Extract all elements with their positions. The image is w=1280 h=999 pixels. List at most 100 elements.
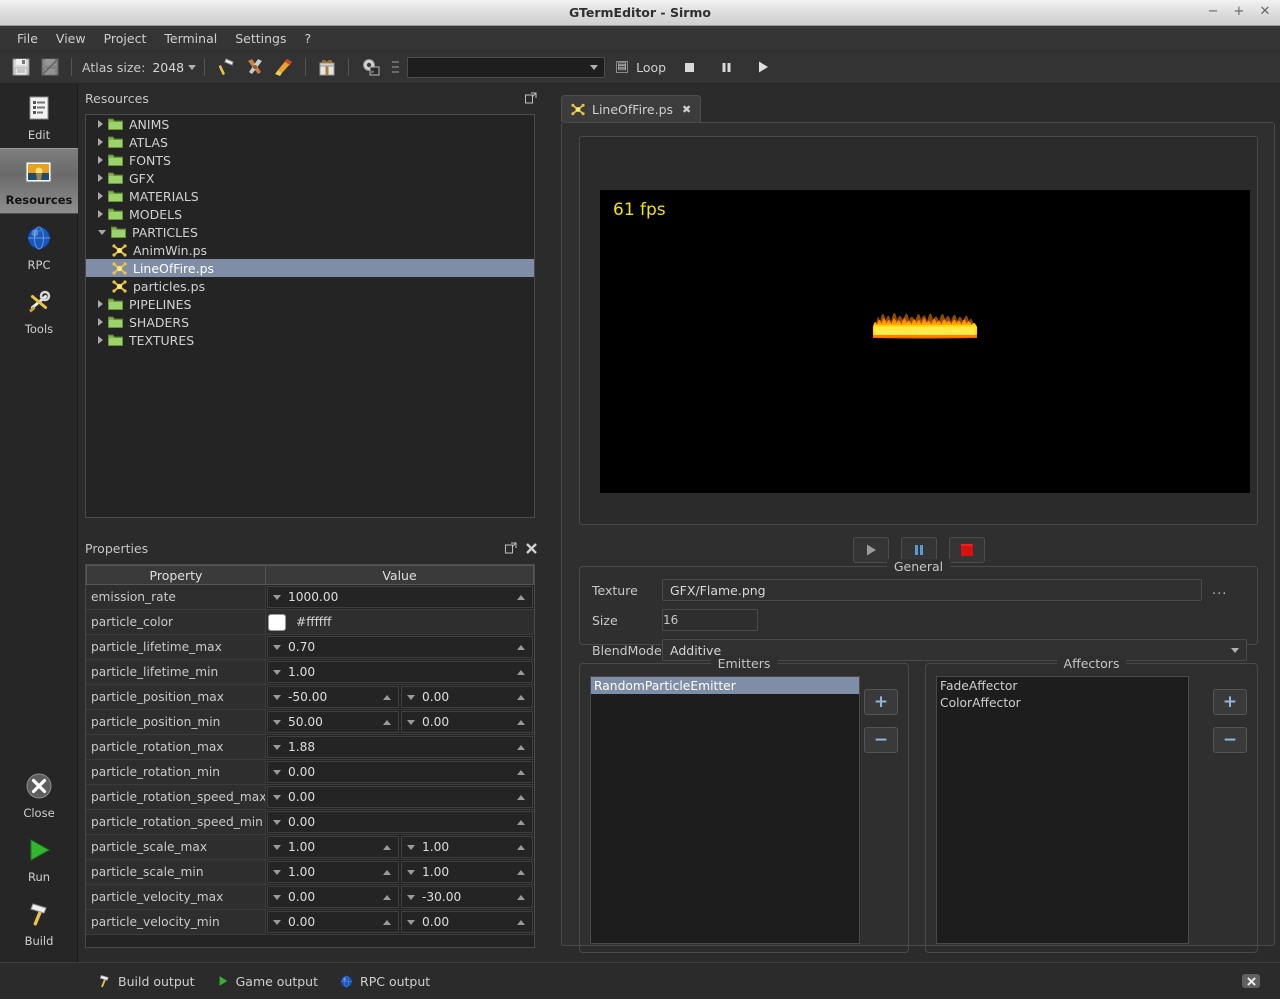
table-row[interactable]: particle_position_min 50.00 0.00 bbox=[86, 710, 534, 735]
chevron-up-icon[interactable] bbox=[517, 594, 525, 600]
chevron-right-icon[interactable] bbox=[98, 192, 103, 200]
tab-close-icon[interactable]: ✖ bbox=[682, 103, 691, 116]
sidebar-item-build[interactable]: Build bbox=[0, 890, 78, 954]
chevron-down-icon[interactable] bbox=[407, 919, 415, 925]
spinbox[interactable]: 1.88 bbox=[267, 736, 533, 758]
chevron-right-icon[interactable] bbox=[98, 300, 103, 308]
emitters-list[interactable]: RandomParticleEmitter bbox=[590, 676, 860, 944]
color-picker-cell[interactable]: #ffffff bbox=[266, 610, 534, 634]
scene-combobox[interactable] bbox=[407, 56, 606, 78]
chevron-down-icon[interactable] bbox=[273, 844, 281, 850]
list-item[interactable]: RandomParticleEmitter bbox=[591, 677, 859, 694]
chevron-down-icon[interactable] bbox=[273, 644, 281, 650]
spinbox-x[interactable]: 1.00 bbox=[267, 861, 399, 883]
status-rpc-output[interactable]: RPC output bbox=[340, 974, 430, 989]
chevron-down-icon[interactable] bbox=[273, 744, 281, 750]
tree-item-atlas[interactable]: ATLAS bbox=[86, 133, 534, 151]
spinbox-y[interactable]: 0.00 bbox=[401, 911, 533, 933]
texture-input[interactable]: GFX/Flame.png bbox=[662, 579, 1202, 601]
tree-item-lineoffire-ps[interactable]: LineOfFire.ps bbox=[86, 259, 534, 277]
tree-item-gfx[interactable]: GFX bbox=[86, 169, 534, 187]
sidebar-item-rpc[interactable]: RPC bbox=[0, 214, 78, 278]
table-row[interactable]: particle_rotation_speed_max 0.00 bbox=[86, 785, 534, 810]
atlas-size-dropdown[interactable]: 2048 bbox=[152, 60, 197, 75]
spinbox-x[interactable]: 50.00 bbox=[267, 711, 399, 733]
chevron-down-icon[interactable] bbox=[407, 894, 415, 900]
save-button[interactable] bbox=[8, 55, 34, 80]
toolbar-grip[interactable] bbox=[392, 58, 400, 76]
chevron-up-icon[interactable] bbox=[517, 844, 525, 850]
remove-emitter-button[interactable]: − bbox=[864, 727, 898, 753]
remove-affector-button[interactable]: − bbox=[1213, 727, 1247, 753]
chevron-up-icon[interactable] bbox=[517, 719, 525, 725]
chevron-up-icon[interactable] bbox=[517, 669, 525, 675]
spinbox[interactable]: 0.00 bbox=[267, 811, 533, 833]
status-build-output[interactable]: Build output bbox=[97, 974, 195, 989]
spinbox-y[interactable]: -30.00 bbox=[401, 886, 533, 908]
tree-item-animwin-ps[interactable]: AnimWin.ps bbox=[86, 241, 534, 259]
chevron-down-icon[interactable] bbox=[273, 919, 281, 925]
chevron-down-icon[interactable] bbox=[273, 794, 281, 800]
tree-item-materials[interactable]: MATERIALS bbox=[86, 187, 534, 205]
sidebar-item-resources[interactable]: Resources bbox=[0, 148, 78, 214]
sidebar-item-edit[interactable]: Edit bbox=[0, 84, 78, 148]
undock-icon[interactable] bbox=[503, 540, 519, 556]
chevron-down-icon[interactable] bbox=[273, 694, 281, 700]
chevron-up-icon[interactable] bbox=[517, 819, 525, 825]
chevron-down-icon[interactable] bbox=[273, 669, 281, 675]
chevron-up-icon[interactable] bbox=[383, 719, 391, 725]
menu-terminal[interactable]: Terminal bbox=[155, 28, 226, 49]
sidebar-item-close[interactable]: Close bbox=[0, 762, 78, 826]
add-emitter-button[interactable]: + bbox=[864, 689, 898, 715]
table-row[interactable]: emission_rate 1000.00 bbox=[86, 585, 534, 610]
chevron-right-icon[interactable] bbox=[98, 210, 103, 218]
chevron-up-icon[interactable] bbox=[517, 794, 525, 800]
chevron-up-icon[interactable] bbox=[383, 869, 391, 875]
list-item[interactable]: FadeAffector bbox=[937, 677, 1188, 694]
resource-tree[interactable]: ANIMS ATLAS FONTS GFX MATERIALS MODELS P… bbox=[85, 114, 535, 518]
package-button[interactable] bbox=[314, 55, 340, 80]
chevron-up-icon[interactable] bbox=[383, 894, 391, 900]
menu-file[interactable]: File bbox=[8, 28, 47, 49]
gear-terminal-button[interactable]: >_ bbox=[357, 55, 383, 80]
tab-lineoffire-ps[interactable]: LineOfFire.ps ✖ bbox=[561, 95, 702, 122]
undock-icon[interactable] bbox=[523, 90, 539, 106]
clean-button[interactable] bbox=[271, 55, 297, 80]
chevron-down-icon[interactable] bbox=[407, 844, 415, 850]
texture-browse-button[interactable]: ... bbox=[1212, 583, 1227, 598]
tree-item-pipelines[interactable]: PIPELINES bbox=[86, 295, 534, 313]
tree-item-anims[interactable]: ANIMS bbox=[86, 115, 534, 133]
toolbar-play-button[interactable] bbox=[749, 55, 777, 79]
menu-view[interactable]: View bbox=[47, 28, 95, 49]
color-swatch[interactable] bbox=[268, 613, 286, 631]
chevron-right-icon[interactable] bbox=[98, 138, 103, 146]
table-row[interactable]: particle_lifetime_max 0.70 bbox=[86, 635, 534, 660]
toolbar-stop-button[interactable] bbox=[675, 55, 703, 79]
chevron-down-icon[interactable] bbox=[273, 894, 281, 900]
add-affector-button[interactable]: + bbox=[1213, 689, 1247, 715]
chevron-down-icon[interactable] bbox=[98, 229, 106, 235]
chevron-down-icon[interactable] bbox=[273, 769, 281, 775]
sidebar-item-run[interactable]: Run bbox=[0, 826, 78, 890]
close-icon[interactable] bbox=[523, 540, 539, 556]
sidebar-item-tools[interactable]: Tools bbox=[0, 278, 78, 342]
spinbox-x[interactable]: 0.00 bbox=[267, 886, 399, 908]
table-row[interactable]: particle_position_max -50.00 0.00 bbox=[86, 685, 534, 710]
chevron-up-icon[interactable] bbox=[383, 844, 391, 850]
chevron-right-icon[interactable] bbox=[98, 120, 103, 128]
table-row[interactable]: particle_rotation_min 0.00 bbox=[86, 760, 534, 785]
tree-item-textures[interactable]: TEXTURES bbox=[86, 331, 534, 349]
chevron-down-icon[interactable] bbox=[273, 819, 281, 825]
chevron-up-icon[interactable] bbox=[517, 769, 525, 775]
tree-item-models[interactable]: MODELS bbox=[86, 205, 534, 223]
spinbox-x[interactable]: 0.00 bbox=[267, 911, 399, 933]
minimize-button[interactable]: − bbox=[1206, 4, 1220, 20]
properties-table[interactable]: Property Value emission_rate 1000.00 par… bbox=[85, 564, 535, 948]
size-spinbox[interactable]: 16 bbox=[662, 609, 758, 631]
spinbox[interactable]: 1.00 bbox=[267, 661, 533, 683]
table-row[interactable]: particle_velocity_min 0.00 0.00 bbox=[86, 910, 534, 935]
chevron-right-icon[interactable] bbox=[98, 336, 103, 344]
rebuild-button[interactable] bbox=[242, 55, 268, 80]
table-row[interactable]: particle_rotation_speed_min 0.00 bbox=[86, 810, 534, 835]
chevron-up-icon[interactable] bbox=[517, 919, 525, 925]
